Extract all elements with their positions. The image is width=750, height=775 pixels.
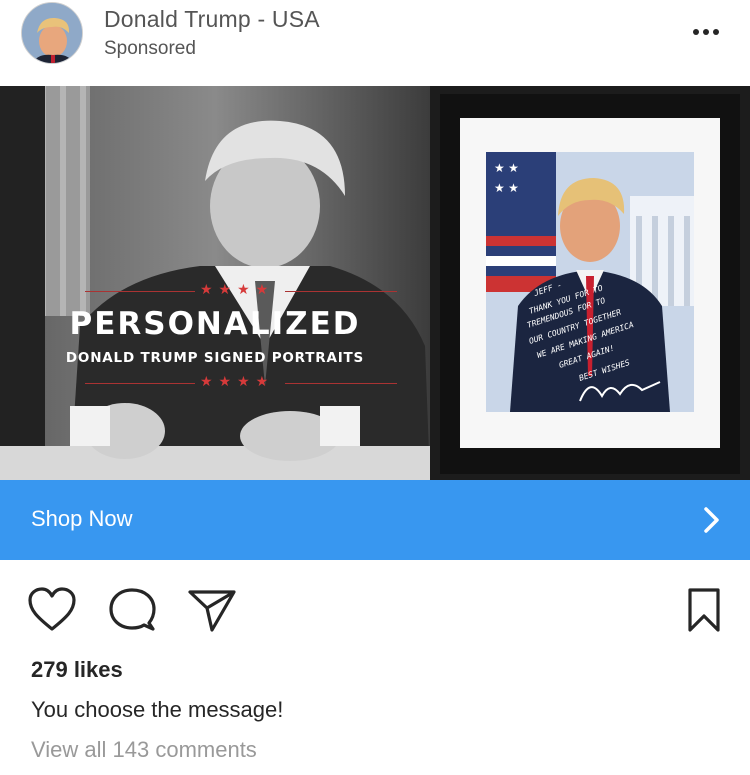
heart-icon[interactable] (27, 587, 77, 638)
view-comments-link[interactable]: View all 143 comments (31, 737, 257, 763)
shop-now-button[interactable]: Shop Now (0, 480, 750, 560)
svg-text:★ ★: ★ ★ (494, 161, 519, 175)
stars-divider-top: ★★★★ (85, 281, 397, 298)
post-header: Donald Trump - USA Sponsored (0, 0, 750, 86)
action-bar (0, 560, 750, 650)
ad-headline: PERSONALIZED (69, 306, 361, 342)
post-caption: You choose the message! (31, 697, 284, 722)
bookmark-icon[interactable] (686, 587, 722, 638)
sponsored-label: Sponsored (104, 38, 196, 59)
chevron-right-icon (703, 506, 721, 539)
ad-image[interactable]: ★★★★ PERSONALIZED DONALD TRUMP SIGNED PO… (0, 86, 750, 480)
ad-subheadline: DONALD TRUMP SIGNED PORTRAITS (65, 350, 365, 366)
avatar[interactable] (21, 2, 83, 64)
svg-text:★ ★: ★ ★ (494, 181, 519, 195)
framed-portrait: ★ ★ ★ ★ JEFF - THANK YOU FOR TO TREMENDO… (430, 86, 750, 480)
share-icon[interactable] (187, 588, 237, 639)
likes-count[interactable]: 279 likes (31, 657, 123, 683)
more-options-icon[interactable] (690, 22, 722, 42)
stars-divider-bottom: ★★★★ (85, 373, 397, 390)
signing-photo: ★★★★ PERSONALIZED DONALD TRUMP SIGNED PO… (0, 86, 430, 480)
account-name[interactable]: Donald Trump - USA (104, 6, 320, 33)
shop-now-label: Shop Now (31, 506, 133, 531)
comment-icon[interactable] (108, 587, 156, 638)
